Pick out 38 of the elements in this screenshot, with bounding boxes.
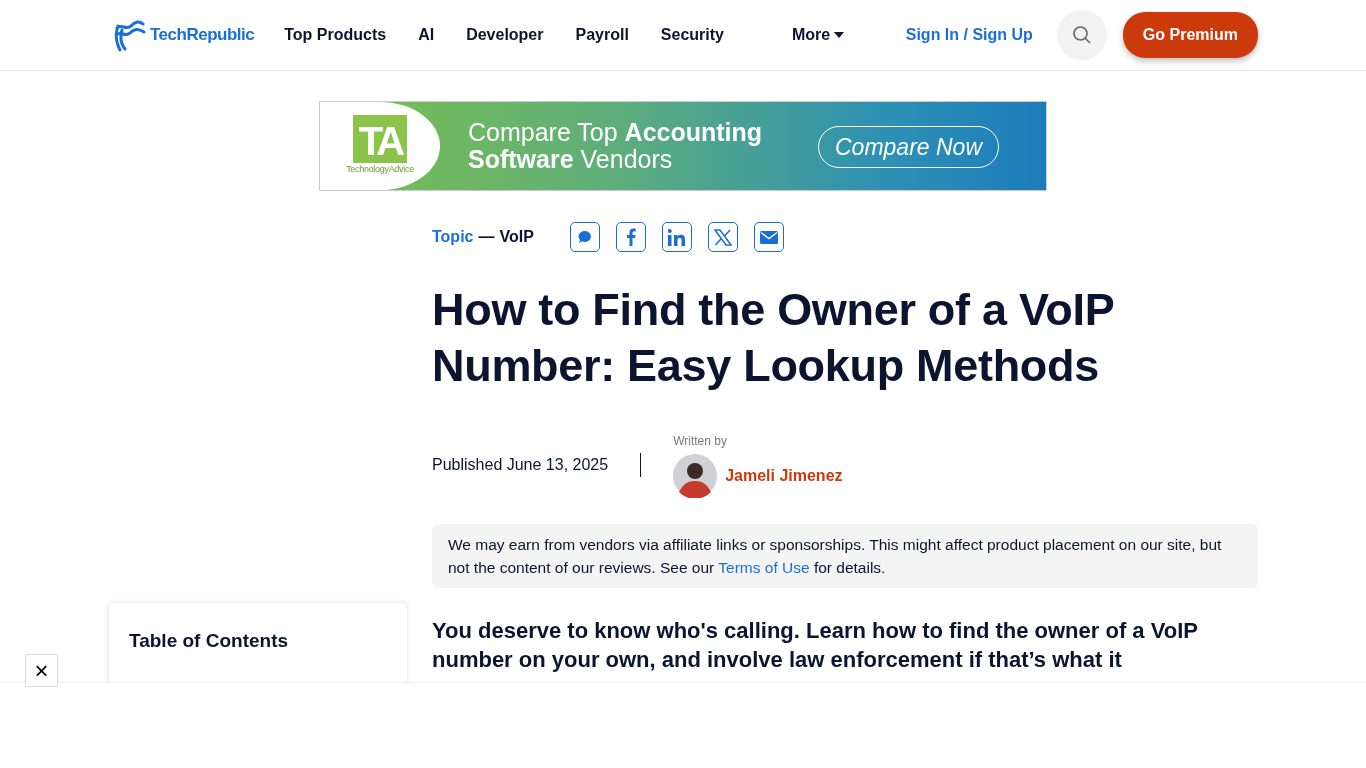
ad-banner[interactable]: TA TechnologyAdvice Compare Top Accounting Software Vendors Compare Now: [319, 101, 1047, 191]
x-logo-icon: [713, 228, 732, 246]
published-date: Published June 13, 2025: [432, 455, 609, 475]
share-button[interactable]: [753, 222, 784, 252]
nav-link[interactable]: Top Products: [284, 23, 387, 47]
close-button[interactable]: ×: [25, 654, 58, 687]
written-by-label: Written by: [673, 433, 728, 450]
search-button[interactable]: [1056, 10, 1107, 60]
terms-of-use-link[interactable]: Terms of Use: [718, 559, 810, 576]
share-button[interactable]: [569, 222, 600, 252]
article-title: How to Find the Owner of a VoIP Number: Easy Lookup Methods: [432, 283, 1115, 393]
share-button[interactable]: [615, 222, 646, 252]
comment-icon: [577, 230, 592, 244]
search-icon: [1071, 25, 1092, 45]
share-button[interactable]: [661, 222, 692, 252]
nav-link[interactable]: AI: [418, 23, 435, 47]
nav-link[interactable]: Security: [660, 23, 724, 47]
caret-icon: [834, 32, 845, 38]
nav-link[interactable]: More: [792, 23, 845, 47]
facebook-icon: [625, 228, 636, 246]
nav-link[interactable]: Developer: [466, 23, 544, 47]
go-premium-button[interactable]: Go Premium: [1122, 12, 1258, 58]
linkedin-icon: [668, 228, 686, 246]
techrepublic-logo[interactable]: TechRepublic: [114, 18, 255, 52]
technologyadvice-logo: TA TechnologyAdvice: [320, 102, 440, 190]
topic-separator: —: [478, 227, 495, 247]
author-avatar: [673, 454, 718, 498]
topic-link[interactable]: Topic: [432, 225, 474, 249]
topic-name[interactable]: VoIP: [499, 225, 534, 249]
share-button[interactable]: [707, 222, 738, 252]
envelope-icon: [759, 230, 778, 244]
author-link[interactable]: Jameli Jimenez: [725, 464, 843, 488]
sign-in-link[interactable]: Sign In / Sign Up: [905, 23, 1033, 47]
nav-link[interactable]: Payroll: [575, 23, 629, 47]
ad-headline: Compare Top Accounting Software Vendors: [468, 119, 764, 175]
toc-title: Table of Contents: [129, 629, 290, 653]
affiliate-disclaimer: We may earn from vendors via affiliate links or sponsorships. This might affect product placement on our site, but not the content of our reviews. See our Terms of Use for details.: [432, 524, 1258, 588]
article-intro: You deserve to know who's calling. Learn how to find the owner of a VoIP number on your own, and involve law enforcement if that’s what it: [432, 617, 1199, 674]
